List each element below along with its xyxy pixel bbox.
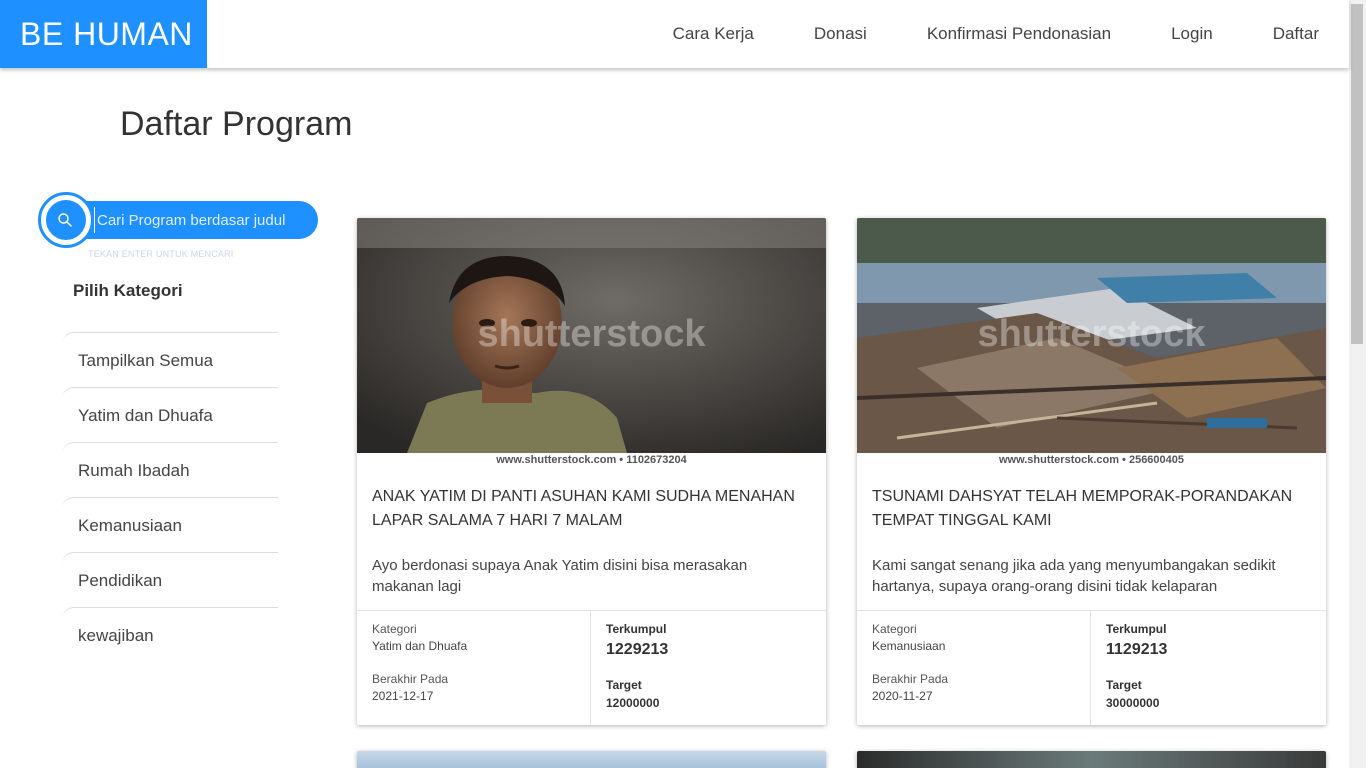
program-image[interactable]: shutterstock	[357, 218, 826, 453]
collected-label: Terkumpul	[1106, 622, 1167, 636]
program-description: Kami sangat senang jika ada yang menyumb…	[872, 557, 1276, 595]
search-icon[interactable]	[57, 212, 73, 228]
category-label: Kategori	[872, 622, 917, 636]
end-date-label: Berakhir Pada	[372, 672, 449, 686]
category-item-kewajiban[interactable]: kewajiban	[62, 607, 278, 662]
end-date-label: Berakhir Pada	[872, 672, 949, 686]
program-collected: 1129213	[1106, 641, 1168, 658]
program-card[interactable]: shutterstock www.shutterstock.com • 1102…	[357, 218, 826, 725]
program-collected: 1229213	[606, 641, 669, 658]
nav-link-login[interactable]: Login	[1171, 24, 1213, 44]
program-title[interactable]: TSUNAMI DAHSYAT TELAH MEMPORAK-PORANDAKA…	[857, 467, 1326, 555]
image-watermark: shutterstock	[977, 313, 1206, 355]
main-nav: Cara Kerja Donasi Konfirmasi Pendonasian…	[613, 0, 1319, 68]
program-end-date: 2020-11-27	[872, 689, 933, 703]
image-caption: www.shutterstock.com • 1102673204	[357, 453, 826, 467]
category-item-kemanusiaan[interactable]: Kemanusiaan	[62, 497, 278, 552]
nav-link-cara-kerja[interactable]: Cara Kerja	[673, 24, 754, 44]
program-category: Kemanusiaan	[872, 639, 946, 653]
search-hint: TEKAN ENTER UNTUK MENCARI	[88, 249, 234, 259]
scrollbar-thumb[interactable]	[1351, 4, 1363, 344]
program-card[interactable]: shutterstock www.shutterstock.com • 2566…	[857, 218, 1326, 725]
program-category: Yatim dan Dhuafa	[372, 639, 468, 653]
program-target: 30000000	[1106, 696, 1160, 710]
program-end-date: 2021-12-17	[372, 689, 434, 703]
program-image[interactable]: shutterstock	[857, 218, 1326, 453]
search-input[interactable]	[94, 207, 314, 233]
program-card[interactable]	[857, 751, 1326, 768]
target-label: Target	[1106, 678, 1142, 692]
category-item-semua[interactable]: Tampilkan Semua	[62, 332, 278, 387]
program-image[interactable]	[357, 751, 826, 768]
image-caption: www.shutterstock.com • 256600405	[857, 453, 1326, 467]
top-navbar: BE HUMAN Cara Kerja Donasi Konfirmasi Pe…	[0, 0, 1349, 68]
program-footer: Kategori Kemanusiaan Berakhir Pada 2020-…	[857, 610, 1326, 725]
category-item-pendidikan[interactable]: Pendidikan	[62, 552, 278, 607]
target-label: Target	[606, 678, 642, 692]
program-footer: Kategori Yatim dan Dhuafa Berakhir Pada …	[357, 610, 826, 725]
nav-link-konfirmasi[interactable]: Konfirmasi Pendonasian	[927, 24, 1111, 44]
category-label: Kategori	[372, 622, 417, 636]
program-card[interactable]	[357, 751, 826, 768]
nav-link-daftar[interactable]: Daftar	[1273, 24, 1319, 44]
program-image[interactable]	[857, 751, 1326, 768]
page-scrollbar[interactable]	[1349, 0, 1366, 768]
category-item-rumah-ibadah[interactable]: Rumah Ibadah	[62, 442, 278, 497]
program-target: 12000000	[606, 696, 660, 710]
search-box	[38, 192, 318, 248]
image-watermark: shutterstock	[477, 313, 706, 355]
collected-label: Terkumpul	[606, 622, 667, 636]
page-title: Daftar Program	[120, 105, 353, 143]
category-heading: Pilih Kategori	[73, 281, 183, 300]
category-list: Tampilkan Semua Yatim dan Dhuafa Rumah I…	[62, 332, 278, 662]
program-description: Ayo berdonasi supaya Anak Yatim disini b…	[372, 557, 748, 595]
nav-link-donasi[interactable]: Donasi	[814, 24, 867, 44]
program-title[interactable]: ANAK YATIM DI PANTI ASUHAN KAMI SUDHA ME…	[357, 467, 826, 555]
category-item-yatim[interactable]: Yatim dan Dhuafa	[62, 387, 278, 442]
brand-logo[interactable]: BE HUMAN	[0, 0, 207, 68]
